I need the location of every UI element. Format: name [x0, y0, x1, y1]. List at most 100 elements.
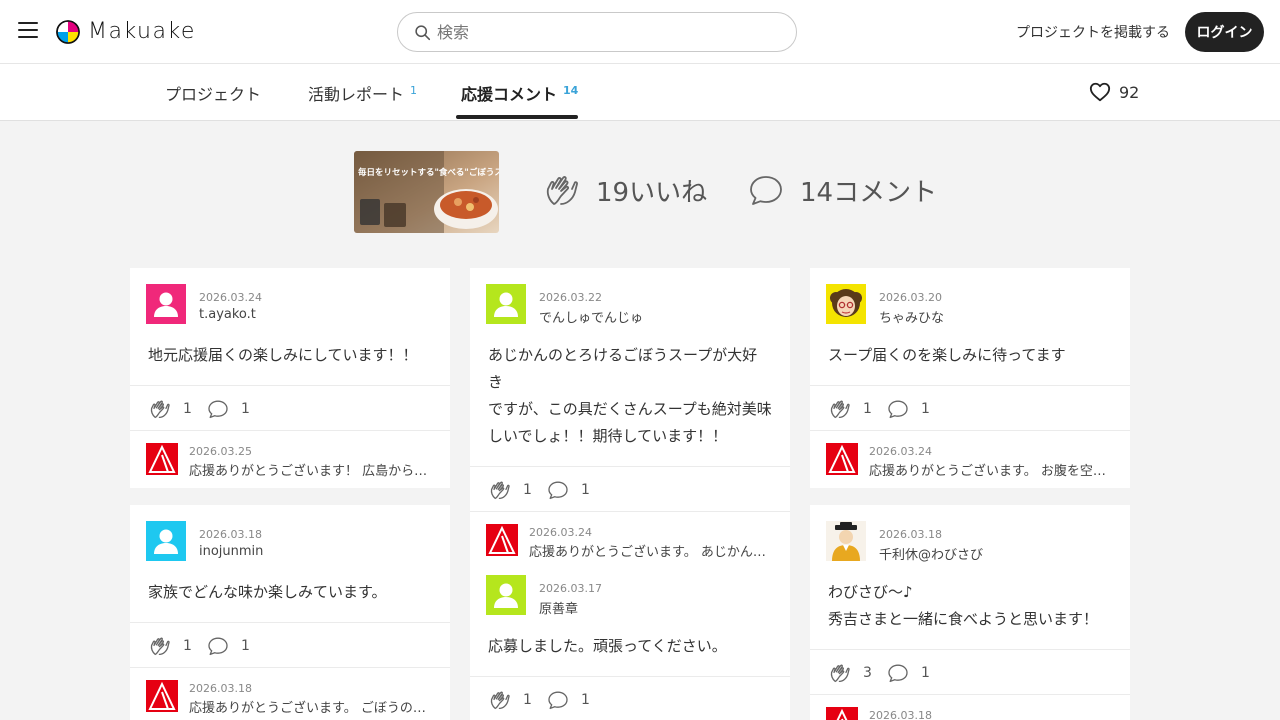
- reply-button[interactable]: 1: [886, 661, 930, 685]
- comment-date: 2026.03.20: [879, 291, 942, 304]
- logo[interactable]: Makuake: [56, 19, 196, 44]
- reply-date: 2026.03.18: [869, 709, 932, 720]
- post-project-link[interactable]: プロジェクトを掲載する: [1016, 22, 1170, 42]
- comment-count: 1: [921, 401, 930, 417]
- avatar[interactable]: [486, 284, 526, 324]
- comment-username[interactable]: 原善章: [539, 598, 578, 617]
- like-summary: 19いいね: [542, 170, 707, 210]
- comment-username[interactable]: 千利休@わびさび: [879, 544, 983, 563]
- like-count: 1: [523, 692, 532, 708]
- avatar[interactable]: [826, 521, 866, 561]
- avatar[interactable]: [826, 284, 866, 324]
- owner-avatar: [146, 680, 178, 712]
- tab-bar: プロジェクト 活動レポート 1 応援コメント 14 92: [0, 64, 1280, 121]
- logo-text: Makuake: [88, 19, 196, 44]
- user-silhouette-icon: [486, 284, 526, 324]
- owner-reply[interactable]: 2026.03.18 応援ありがとうございます。 ごぼうの…: [130, 667, 450, 720]
- project-thumbnail-image: 毎日をリセットする"食べる"ごぼうスープ、誕生: [354, 151, 499, 233]
- login-button[interactable]: ログイン: [1185, 12, 1264, 52]
- comment-icon: [750, 176, 782, 205]
- like-count: 1: [863, 401, 872, 417]
- comment-summary-text: 14コメント: [800, 177, 938, 208]
- reply-button[interactable]: 1: [886, 397, 930, 421]
- search-input[interactable]: [437, 22, 767, 42]
- active-tab-indicator: [456, 115, 578, 119]
- avatar[interactable]: [486, 575, 526, 615]
- comment-username[interactable]: t.ayako.t: [199, 307, 256, 322]
- favorite-count: 92: [1119, 82, 1140, 102]
- comment-date: 2026.03.22: [539, 291, 602, 304]
- tab-activity-report-count: 1: [410, 84, 418, 97]
- like-button[interactable]: 1: [488, 688, 532, 712]
- comment-body: スープ届くのを楽しみに待ってます: [828, 346, 1066, 364]
- reply-button[interactable]: 1: [206, 634, 250, 658]
- user-silhouette-icon: [146, 284, 186, 324]
- clap-icon: [150, 400, 170, 419]
- reply-text: 応援ありがとうございます！ 広島から…: [189, 464, 428, 479]
- heart-icon: [1089, 82, 1111, 102]
- like-button[interactable]: 1: [148, 634, 192, 658]
- like-button[interactable]: 3: [828, 661, 872, 685]
- reply-button[interactable]: 1: [546, 478, 590, 502]
- comment-body: 家族でどんな味か楽しみています。: [148, 583, 387, 601]
- reply-button[interactable]: 1: [206, 397, 250, 421]
- tab-support-comments-label: 応援コメント: [461, 85, 558, 104]
- like-button[interactable]: 1: [488, 478, 532, 502]
- comment-icon: [888, 664, 908, 683]
- clap-icon: [490, 691, 510, 710]
- comment-body: あじかんのとろけるごぼうスープが大好き ですが、この具だくさんスープも絶対美味 …: [488, 346, 772, 445]
- clap-icon: [830, 400, 850, 419]
- owner-reply[interactable]: 2026.03.25 応援ありがとうございます！ 広島から…: [130, 430, 450, 488]
- comment-icon: [548, 691, 568, 710]
- like-count: 1: [523, 482, 532, 498]
- comment-card: 2026.03.17 原善章 応募しました。頑張ってください。 1 1: [470, 559, 790, 720]
- owner-avatar: [486, 524, 518, 556]
- user-silhouette-icon: [486, 575, 526, 615]
- owner-reply[interactable]: 2026.03.18: [810, 694, 1130, 720]
- search-icon: [415, 24, 431, 40]
- clap-icon: [830, 664, 850, 683]
- reply-text: 応援ありがとうございます。 お腹を空…: [869, 464, 1106, 479]
- comment-date: 2026.03.18: [879, 528, 942, 541]
- comment-icon: [208, 400, 228, 419]
- comment-card: 2026.03.24 t.ayako.t 地元応援届くの楽しみにしています！！ …: [130, 268, 450, 488]
- tab-activity-report[interactable]: 活動レポート 1: [308, 81, 417, 105]
- clap-icon: [490, 481, 510, 500]
- comment-icon: [548, 481, 568, 500]
- comment-body: 応募しました。頑張ってください。: [488, 637, 727, 655]
- favorite-button[interactable]: 92: [1089, 81, 1139, 103]
- owner-logo-icon: [826, 707, 858, 720]
- like-count: 3: [863, 665, 872, 681]
- tab-project[interactable]: プロジェクト: [165, 81, 261, 105]
- comment-body: 地元応援届くの楽しみにしています！！: [148, 346, 418, 364]
- like-button[interactable]: 1: [828, 397, 872, 421]
- owner-logo-icon: [486, 524, 518, 556]
- comment-card: 2026.03.18 千利休@わびさび わびさび〜♪ 秀吉さまと一緒に食べようと…: [810, 505, 1130, 720]
- owner-reply[interactable]: 2026.03.24 応援ありがとうございます。 お腹を空…: [810, 430, 1130, 488]
- user-illustration-avatar: [826, 521, 866, 561]
- owner-avatar: [826, 443, 858, 475]
- comment-count: 1: [921, 665, 930, 681]
- menu-icon[interactable]: [18, 22, 38, 40]
- comment-count: 1: [241, 401, 250, 417]
- tab-support-comments[interactable]: 応援コメント 14: [461, 81, 578, 105]
- comment-username[interactable]: でんしゅでんじゅ: [539, 307, 643, 326]
- comment-icon: [888, 400, 908, 419]
- avatar[interactable]: [146, 284, 186, 324]
- clap-icon: [150, 637, 170, 656]
- reply-date: 2026.03.24: [869, 445, 932, 458]
- comment-count: 1: [581, 692, 590, 708]
- search-box[interactable]: [397, 12, 797, 52]
- comment-date: 2026.03.18: [199, 528, 262, 541]
- tab-activity-report-label: 活動レポート: [308, 85, 405, 104]
- like-button[interactable]: 1: [148, 397, 192, 421]
- reply-date: 2026.03.24: [529, 526, 592, 539]
- comment-icon: [208, 637, 228, 656]
- project-thumbnail[interactable]: 毎日をリセットする"食べる"ごぼうスープ、誕生: [354, 151, 499, 233]
- reply-button[interactable]: 1: [546, 688, 590, 712]
- comment-count: 1: [241, 638, 250, 654]
- avatar[interactable]: [146, 521, 186, 561]
- comment-username[interactable]: inojunmin: [199, 544, 263, 559]
- makuake-logo-icon: [56, 19, 80, 44]
- comment-username[interactable]: ちゃみひな: [879, 307, 944, 326]
